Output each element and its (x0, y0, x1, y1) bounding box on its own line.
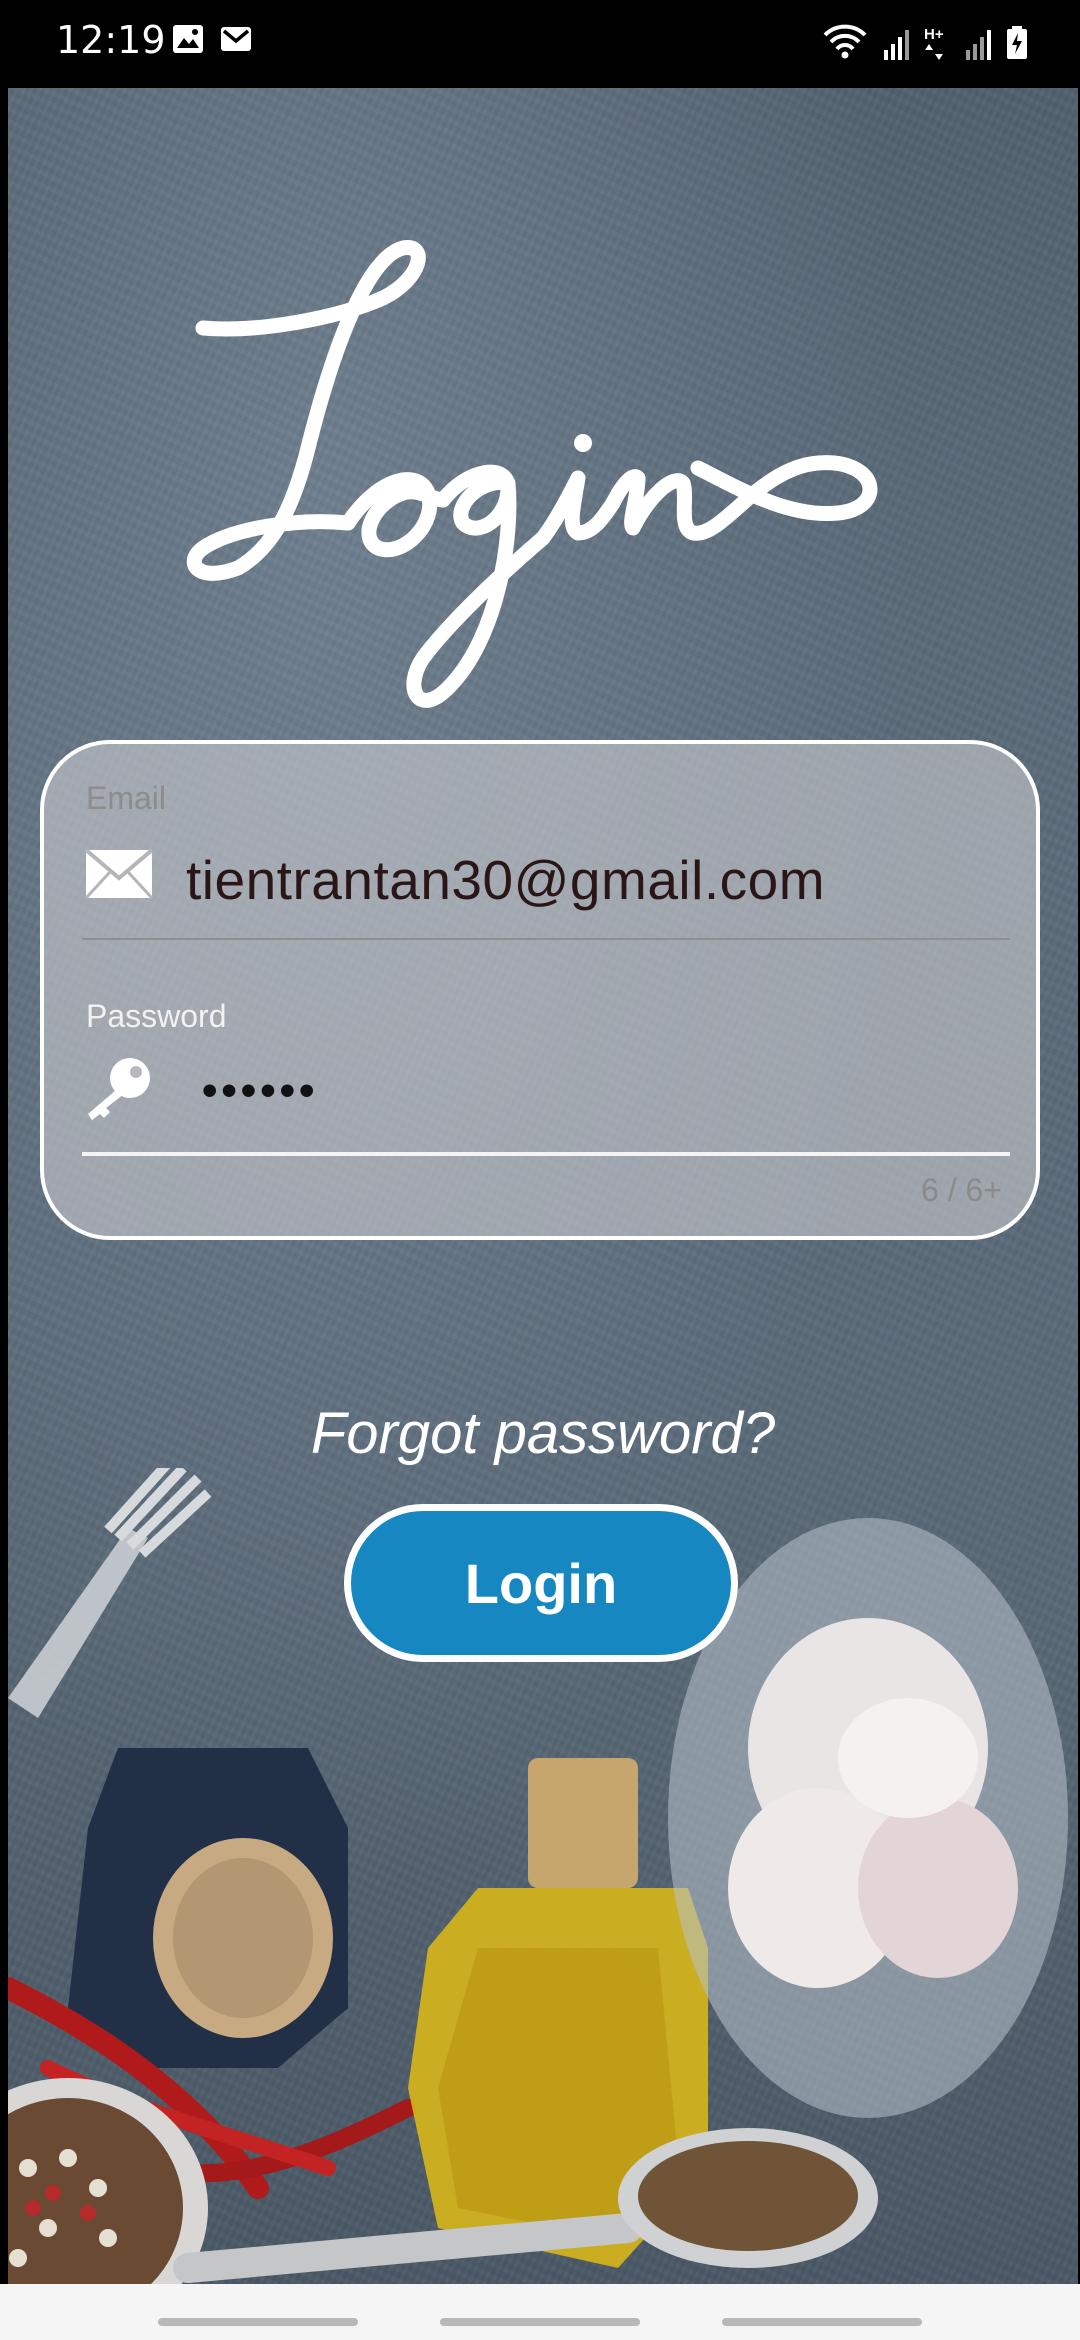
email-input[interactable]: tientrantan30@gmail.com (186, 848, 825, 912)
email-label: Email (86, 780, 167, 816)
password-label: Password (86, 998, 227, 1034)
hplus-signal-icon: H+ (924, 26, 950, 60)
envelope-icon (84, 848, 154, 900)
navigation-bar (0, 2284, 1080, 2340)
nav-back-button[interactable] (722, 2318, 922, 2326)
image-icon (173, 25, 203, 53)
password-character-counter: 6 / 6+ (921, 1172, 1002, 1208)
gmail-icon (221, 27, 251, 51)
dark-jar-illustration (68, 1748, 348, 2068)
login-screen: Email tientrantan30@gmail.com Password •… (8, 88, 1078, 2284)
wifi-icon (823, 24, 867, 59)
key-icon (88, 1058, 150, 1120)
email-underline (82, 938, 1010, 940)
signal-icon (884, 30, 909, 60)
nav-recent-apps-button[interactable] (158, 2318, 358, 2326)
status-time: 12:19 (56, 18, 166, 62)
nav-home-button[interactable] (440, 2318, 640, 2326)
battery-charging-icon (1007, 26, 1027, 59)
forgot-password-link[interactable]: Forgot password? (8, 1400, 1078, 1467)
signal-icon-2 (966, 30, 991, 60)
network-label: H+ (924, 26, 944, 43)
password-input[interactable]: •••••• (202, 1066, 318, 1116)
login-form-card: Email tientrantan30@gmail.com Password •… (40, 740, 1040, 1240)
login-script-logo (186, 240, 878, 708)
fork-illustration (8, 1468, 212, 1718)
login-button[interactable]: Login (344, 1504, 738, 1662)
status-bar: 12:19 H+ (0, 0, 1080, 82)
password-underline (82, 1152, 1010, 1156)
